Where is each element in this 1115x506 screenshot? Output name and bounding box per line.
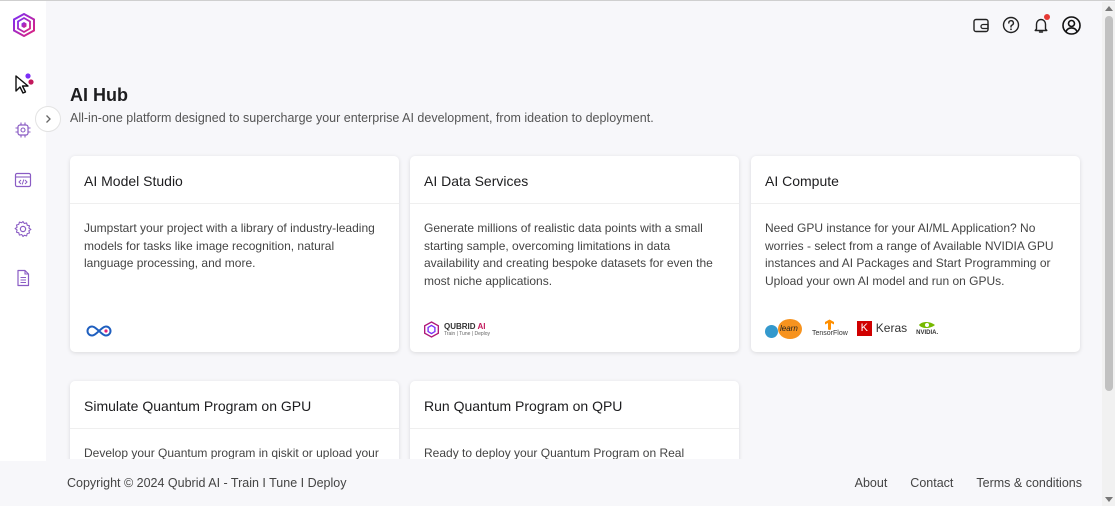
card-description: Jumpstart your project with a library of… — [84, 221, 375, 270]
qubrid-logo-icon[interactable] — [13, 13, 35, 37]
footer-link-terms[interactable]: Terms & conditions — [976, 476, 1082, 490]
scrollbar-thumb[interactable] — [1105, 16, 1113, 391]
nvidia-eye-icon — [919, 322, 936, 328]
topbar-actions — [972, 14, 1081, 35]
sidebar-expand-button[interactable] — [35, 106, 61, 132]
scroll-down-arrow-icon[interactable] — [1105, 497, 1113, 502]
code-window-icon[interactable] — [14, 171, 32, 189]
card-title: Simulate Quantum Program on GPU — [70, 381, 399, 429]
qubrid-wordmark: QUBRID AI Train | Tune | Deploy — [444, 322, 491, 337]
gear-icon[interactable] — [14, 220, 32, 238]
card-ai-data-services[interactable]: AI Data Services Generate millions of re… — [410, 156, 739, 352]
card-title: AI Data Services — [410, 156, 739, 204]
nvidia-logo: NVIDIA. — [916, 320, 938, 336]
card-description: Develop your Quantum program in qiskit o… — [84, 446, 379, 459]
footer-link-contact[interactable]: Contact — [910, 476, 953, 490]
sidebar — [0, 1, 46, 506]
page-subtitle: All-in-one platform designed to supercha… — [70, 111, 654, 125]
card-description: Ready to deploy your Quantum Program on … — [424, 446, 685, 459]
card-ai-compute[interactable]: AI Compute Need GPU instance for your AI… — [751, 156, 1080, 352]
page-scrollbar[interactable] — [1102, 2, 1115, 506]
scroll-up-arrow-icon[interactable] — [1105, 6, 1113, 11]
card-logos — [84, 324, 114, 338]
card-run-quantum-qpu[interactable]: Run Quantum Program on QPU Ready to depl… — [410, 381, 739, 459]
notification-badge — [1044, 14, 1050, 20]
card-logos: learn TensorFlow K Keras NVIDIA. — [765, 317, 938, 339]
card-description: Need GPU instance for your AI/ML Applica… — [765, 221, 1054, 288]
notifications-button[interactable] — [1032, 14, 1050, 34]
card-simulate-quantum-gpu[interactable]: Simulate Quantum Program on GPU Develop … — [70, 381, 399, 459]
card-title: Run Quantum Program on QPU — [410, 381, 739, 429]
keras-logo: K Keras — [856, 320, 907, 336]
model-studio-infinity-icon — [86, 325, 112, 337]
footer-link-about[interactable]: About — [855, 476, 888, 490]
wallet-icon[interactable] — [972, 16, 990, 34]
tensorflow-logo: TensorFlow — [812, 319, 848, 337]
document-icon[interactable] — [14, 269, 32, 287]
pointer-hub-icon[interactable] — [14, 73, 34, 95]
qubrid-logo-icon — [424, 321, 439, 338]
help-icon[interactable] — [1002, 16, 1020, 34]
page-title: AI Hub — [70, 85, 128, 105]
card-title: AI Compute — [751, 156, 1080, 204]
copyright-text: Copyright © 2024 Qubrid AI - Train I Tun… — [67, 476, 347, 490]
chip-icon[interactable] — [14, 121, 32, 139]
card-ai-model-studio[interactable]: AI Model Studio Jumpstart your project w… — [70, 156, 399, 352]
card-title: AI Model Studio — [70, 156, 399, 204]
chevron-right-icon — [46, 115, 51, 123]
footer: Copyright © 2024 Qubrid AI - Train I Tun… — [0, 461, 1102, 506]
service-cards: AI Model Studio Jumpstart your project w… — [60, 146, 1090, 459]
scikit-learn-logo: learn — [765, 317, 803, 339]
footer-links: About Contact Terms & conditions — [855, 476, 1082, 490]
card-description: Generate millions of realistic data poin… — [424, 221, 713, 288]
user-avatar-icon[interactable] — [1062, 16, 1081, 35]
tensorflow-icon — [825, 319, 835, 330]
card-logos: QUBRID AI Train | Tune | Deploy — [424, 321, 490, 338]
